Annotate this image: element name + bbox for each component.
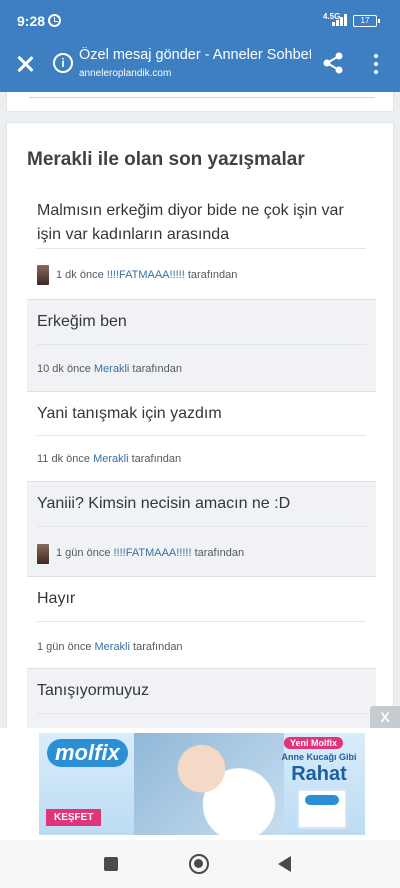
status-bar: 9:28 4.5G 17 xyxy=(0,0,400,44)
page-url: anneleroplandik.com xyxy=(79,68,172,79)
back-icon[interactable] xyxy=(278,856,291,872)
recents-icon[interactable] xyxy=(104,857,118,871)
conversation-card: Merakli ile olan son yazışmalar Malmısın… xyxy=(6,122,394,728)
ad-close-button[interactable]: X xyxy=(370,706,400,728)
page-content[interactable]: Merakli ile olan son yazışmalar Malmısın… xyxy=(0,92,400,728)
alarm-icon xyxy=(48,14,61,27)
system-nav-bar xyxy=(0,840,400,888)
message-meta: 10 dk önce Merakli tarafından xyxy=(37,363,182,375)
ad-photo xyxy=(134,733,284,835)
more-vert-icon[interactable] xyxy=(364,52,388,76)
author-link[interactable]: Merakli xyxy=(94,363,129,375)
message-text: Hayır xyxy=(37,590,76,607)
share-icon[interactable] xyxy=(320,50,346,76)
message-text: Erkeğim ben xyxy=(37,313,127,330)
message-meta: 11 dk önce Merakli tarafından xyxy=(37,453,182,465)
message-meta: 1 dk önce !!!!FATMAAA!!!!! tarafından xyxy=(56,269,238,281)
ad-banner[interactable]: molfix Yeni Molfix Anne Kucağı Gibi Raha… xyxy=(39,733,365,835)
avatar[interactable] xyxy=(37,265,49,285)
message-item: Hayır 1 gün önce Merakli tarafından xyxy=(27,577,376,669)
message-item: Yani tanışmak için yazdım 11 dk önce Mer… xyxy=(27,392,376,482)
home-icon[interactable] xyxy=(189,854,209,874)
message-text: Yani tanışmak için yazdım xyxy=(37,405,222,422)
brand-logo: molfix xyxy=(47,739,128,767)
message-item: Yaniii? Kimsin necisin amacın ne :D 1 gü… xyxy=(27,482,376,577)
message-text: Malmısın erkeğim diyor bide ne çok işin … xyxy=(37,202,344,243)
message-item: Erkeğim ben 10 dk önce Merakli tarafında… xyxy=(27,300,376,392)
message-text: Tanışıyormuyuz xyxy=(37,682,150,699)
ad-tagline: Anne Kucağı Gibi xyxy=(281,752,357,762)
info-icon[interactable]: i xyxy=(53,53,73,73)
message-meta: 1 gün önce !!!!FATMAAA!!!!! tarafından xyxy=(56,547,245,559)
app-bar: i Özel mesaj gönder - Anneler Sohbet ann… xyxy=(0,44,400,92)
avatar[interactable] xyxy=(37,544,49,564)
signal-icon xyxy=(332,14,348,26)
author-link[interactable]: !!!!FATMAAA!!!!! xyxy=(114,547,192,559)
product-package xyxy=(297,789,347,829)
previous-card xyxy=(6,92,394,112)
status-time: 9:28 xyxy=(17,13,46,29)
message-meta: 1 gün önce Merakli tarafından xyxy=(37,641,183,653)
message-item: Malmısın erkeğim diyor bide ne çok işin … xyxy=(27,187,376,300)
close-icon[interactable] xyxy=(13,52,37,76)
message-item: Tanışıyormuyuz xyxy=(27,669,376,728)
conversation-heading: Merakli ile olan son yazışmalar xyxy=(27,149,305,170)
author-link[interactable]: Merakli xyxy=(93,453,128,465)
message-text: Yaniii? Kimsin necisin amacın ne :D xyxy=(37,495,291,512)
battery-icon: 17 xyxy=(353,15,380,27)
ad-headline: Rahat xyxy=(291,763,347,785)
page-title: Özel mesaj gönder - Anneler Sohbet xyxy=(79,47,311,63)
ad-area: X molfix Yeni Molfix Anne Kucağı Gibi Ra… xyxy=(0,706,400,840)
ad-cta-button[interactable]: KEŞFET xyxy=(46,809,102,826)
author-link[interactable]: !!!!FATMAAA!!!!! xyxy=(107,269,185,281)
ad-badge: Yeni Molfix xyxy=(284,737,344,749)
author-link[interactable]: Merakli xyxy=(95,641,130,653)
